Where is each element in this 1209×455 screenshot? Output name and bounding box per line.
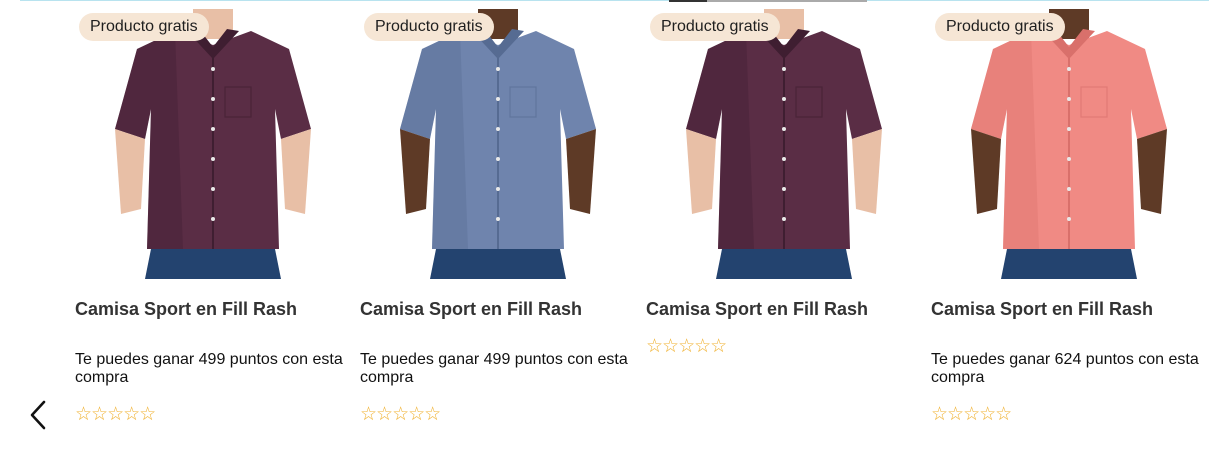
rating-stars: ☆☆☆☆☆ bbox=[646, 336, 727, 357]
product-image[interactable]: Producto gratis bbox=[931, 9, 1207, 279]
free-product-badge: Producto gratis bbox=[79, 13, 209, 41]
product-image[interactable]: Producto gratis bbox=[360, 9, 636, 279]
top-divider bbox=[20, 0, 1209, 1]
product-image[interactable]: Producto gratis bbox=[75, 9, 351, 279]
rating-stars: ☆☆☆☆☆ bbox=[360, 404, 441, 425]
chevron-left-icon bbox=[30, 400, 46, 430]
product-card[interactable]: Producto gratis Camisa Sport en Fill Ras… bbox=[646, 9, 922, 449]
product-title[interactable]: Camisa Sport en Fill Rash bbox=[75, 299, 351, 319]
product-card[interactable]: Producto gratis Camisa Sport en Fill Ras… bbox=[931, 9, 1207, 449]
product-photo bbox=[115, 9, 311, 279]
product-photo bbox=[400, 9, 596, 279]
free-product-badge: Producto gratis bbox=[364, 13, 494, 41]
points-text: Te puedes ganar 499 puntos con esta comp… bbox=[360, 351, 628, 386]
product-title[interactable]: Camisa Sport en Fill Rash bbox=[646, 299, 922, 319]
product-card[interactable]: Producto gratis Camisa Sport en Fill Ras… bbox=[75, 9, 351, 449]
points-text: Te puedes ganar 624 puntos con esta comp… bbox=[931, 351, 1199, 386]
product-photo bbox=[686, 9, 882, 279]
carousel-prev-button[interactable] bbox=[26, 398, 54, 432]
free-product-badge: Producto gratis bbox=[935, 13, 1065, 41]
product-title[interactable]: Camisa Sport en Fill Rash bbox=[931, 299, 1207, 319]
points-text: Te puedes ganar 499 puntos con esta comp… bbox=[75, 351, 343, 386]
product-carousel: Producto gratis Camisa Sport en Fill Ras… bbox=[0, 0, 1209, 455]
top-tab-indicator bbox=[669, 0, 869, 2]
rating-stars: ☆☆☆☆☆ bbox=[931, 404, 1012, 425]
product-image[interactable]: Producto gratis bbox=[646, 9, 922, 279]
free-product-badge: Producto gratis bbox=[650, 13, 780, 41]
product-photo bbox=[971, 9, 1167, 279]
product-card[interactable]: Producto gratis Camisa Sport en Fill Ras… bbox=[360, 9, 636, 449]
rating-stars: ☆☆☆☆☆ bbox=[75, 404, 156, 425]
product-title[interactable]: Camisa Sport en Fill Rash bbox=[360, 299, 636, 319]
